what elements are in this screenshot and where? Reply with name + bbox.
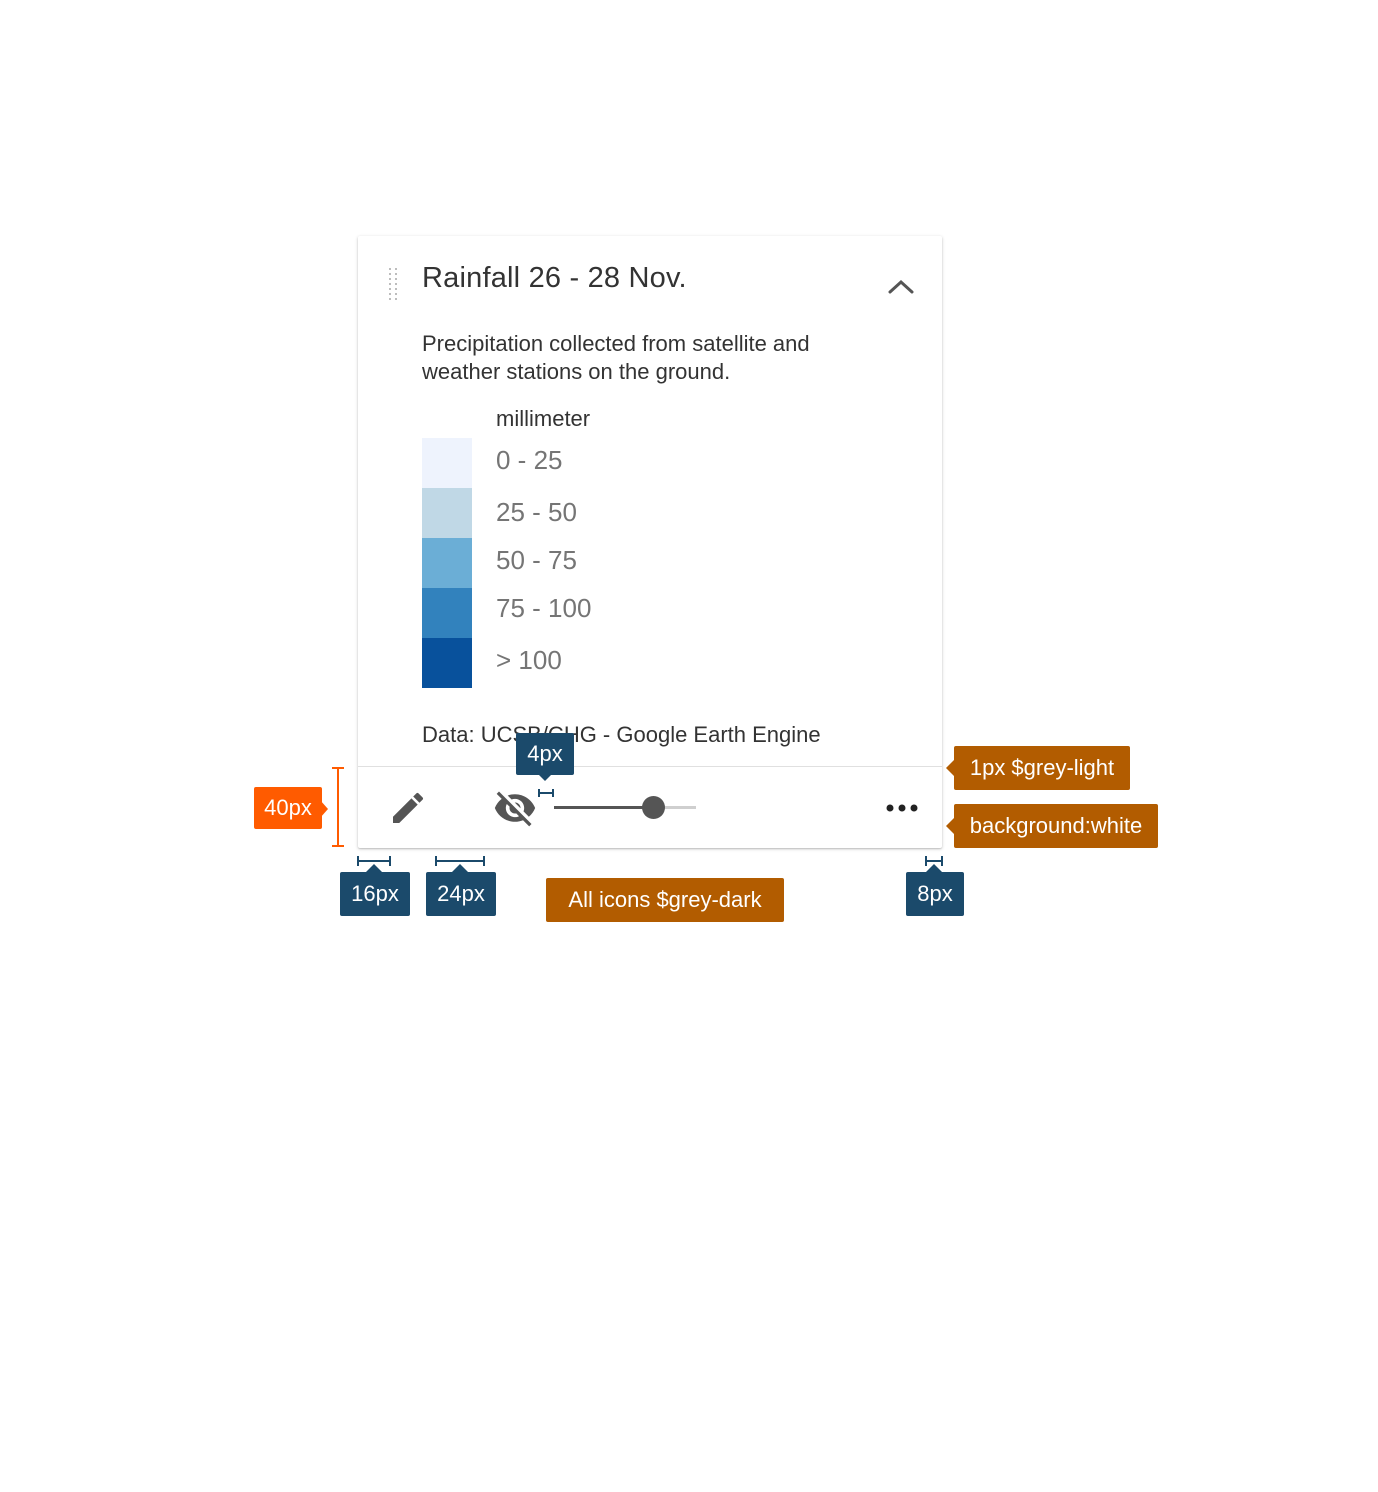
toggle-visibility-button[interactable] <box>492 786 538 830</box>
layer-card: Rainfall 26 - 28 Nov. Precipitation coll… <box>358 236 942 848</box>
edit-button[interactable] <box>388 788 428 828</box>
opacity-slider-fill <box>554 806 654 809</box>
opacity-slider[interactable] <box>554 796 696 819</box>
footer-divider <box>358 766 942 767</box>
legend-label-75-100: 75 - 100 <box>496 593 592 623</box>
legend-label-over-100: > 100 <box>496 645 562 675</box>
gap-4-measure <box>537 773 554 797</box>
more-options-button[interactable] <box>884 792 920 824</box>
data-source: Data: UCSB/CHG - Google Earth Engine <box>422 722 821 747</box>
pencil-icon <box>393 792 424 823</box>
legend-swatch-0-25 <box>422 438 472 488</box>
annotation-border: 1px $grey-light <box>954 746 1130 790</box>
drag-handle-icon[interactable] <box>389 268 401 300</box>
left-16-measure <box>357 856 391 872</box>
annotation-background: background:white <box>954 804 1158 848</box>
legend-label-25-50: 25 - 50 <box>496 497 577 527</box>
legend-unit: millimeter <box>496 406 591 431</box>
legend-swatch-over-100 <box>422 638 472 688</box>
opacity-slider-thumb[interactable] <box>642 796 666 819</box>
legend-label-50-75: 50 - 75 <box>496 545 577 575</box>
collapse-button[interactable] <box>886 272 916 300</box>
gap-24-measure <box>435 856 485 872</box>
annotation-gap-4: 4px <box>516 733 574 775</box>
annotation-icons: All icons $grey-dark <box>546 878 784 922</box>
legend-swatch-50-75 <box>422 538 472 588</box>
layer-description: Precipitation collected from satellite a… <box>422 331 810 384</box>
legend-swatch-25-50 <box>422 488 472 538</box>
annotation-gap-24: 24px <box>426 872 496 916</box>
visibility-off-icon <box>494 791 536 827</box>
legend-swatch-75-100 <box>422 588 472 638</box>
annotation-height: 40px <box>254 787 322 829</box>
legend-label-0-25: 0 - 25 <box>496 445 563 475</box>
layer-title: Rainfall 26 - 28 Nov. <box>422 262 687 294</box>
right-8-measure <box>925 856 943 872</box>
chevron-up-icon <box>888 279 914 294</box>
annotation-right-8: 8px <box>906 872 964 916</box>
annotation-left-16: 16px <box>340 872 410 916</box>
more-horizontal-icon <box>886 804 918 812</box>
annotation-pointer <box>320 800 328 818</box>
